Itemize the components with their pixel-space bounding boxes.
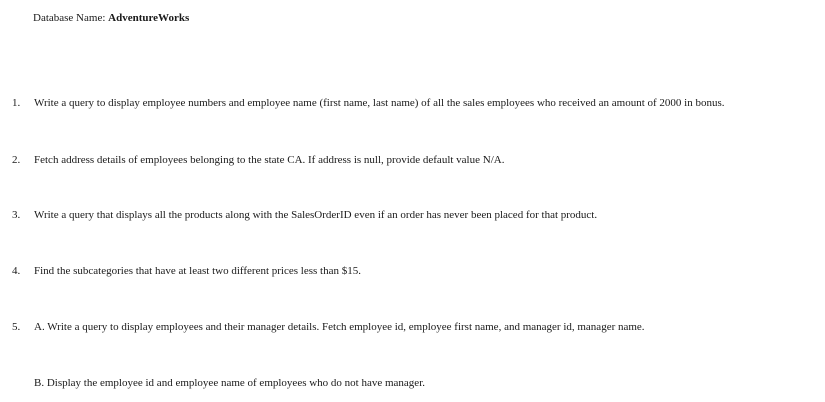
- question-text: Fetch address details of employees belon…: [34, 154, 505, 166]
- database-name-value: AdventureWorks: [108, 12, 190, 24]
- question-number: 3.: [12, 209, 21, 221]
- question-number: 4.: [12, 265, 21, 277]
- question-text: Write a query that displays all the prod…: [34, 209, 598, 221]
- question-5-part-b: B. Display the employee id and employee …: [34, 377, 425, 389]
- question-number: 1.: [12, 97, 21, 109]
- database-name-label: Database Name:: [33, 12, 106, 24]
- question-text: A. Write a query to display employees an…: [34, 321, 645, 333]
- question-number: 5.: [12, 321, 21, 333]
- question-number: 2.: [12, 154, 21, 166]
- database-name-line: Database Name: AdventureWorks: [33, 12, 189, 24]
- question-text: Write a query to display employee number…: [34, 97, 725, 109]
- question-text: Find the subcategories that have at leas…: [34, 265, 361, 277]
